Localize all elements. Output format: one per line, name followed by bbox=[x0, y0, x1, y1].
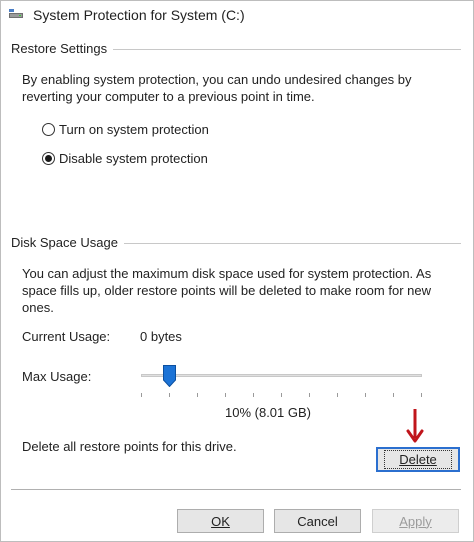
ok-button[interactable]: OK bbox=[177, 509, 264, 533]
delete-restore-points-text: Delete all restore points for this drive… bbox=[22, 439, 237, 454]
apply-button-label: Apply bbox=[399, 513, 432, 529]
max-usage-slider-thumb[interactable] bbox=[163, 365, 176, 387]
max-usage-slider-track[interactable] bbox=[141, 374, 422, 377]
cancel-button-label: Cancel bbox=[297, 513, 338, 529]
slider-tick bbox=[169, 393, 170, 397]
disk-description-line-2: space fills up, older restore points wil… bbox=[22, 283, 431, 298]
apply-button[interactable]: Apply bbox=[372, 509, 459, 533]
disk-description-line-1: You can adjust the maximum disk space us… bbox=[22, 266, 432, 281]
max-usage-slider-ticks bbox=[141, 393, 422, 399]
slider-tick bbox=[281, 393, 282, 397]
disk-description-line-3: ones. bbox=[22, 300, 54, 315]
system-protection-dialog: System Protection for System (C:) Restor… bbox=[0, 0, 474, 542]
slider-tick bbox=[421, 393, 422, 397]
slider-tick bbox=[197, 393, 198, 397]
slider-tick bbox=[141, 393, 142, 397]
slider-tick bbox=[225, 393, 226, 397]
radio-button-unchecked[interactable] bbox=[42, 123, 55, 136]
max-usage-label: Max Usage: bbox=[22, 369, 92, 384]
current-usage-value: 0 bytes bbox=[140, 329, 182, 344]
disk-space-description: You can adjust the maximum disk space us… bbox=[22, 265, 431, 316]
title-bar: System Protection for System (C:) bbox=[1, 1, 473, 31]
slider-tick bbox=[393, 393, 394, 397]
slider-tick bbox=[309, 393, 310, 397]
restore-description-line-2: reverting your computer to a previous po… bbox=[22, 89, 315, 104]
red-arrow-down-icon bbox=[406, 409, 424, 443]
window-title: System Protection for System (C:) bbox=[33, 7, 245, 23]
delete-button[interactable]: Delete bbox=[376, 447, 460, 472]
disk-space-heading: Disk Space Usage bbox=[11, 235, 124, 250]
slider-tick bbox=[365, 393, 366, 397]
radio-label-turn-on: Turn on system protection bbox=[59, 122, 209, 137]
ok-button-label: OK bbox=[211, 513, 230, 529]
radio-turn-on-protection[interactable]: Turn on system protection bbox=[42, 122, 209, 137]
cancel-button[interactable]: Cancel bbox=[274, 509, 361, 533]
drive-protection-icon bbox=[9, 9, 23, 18]
slider-tick bbox=[253, 393, 254, 397]
radio-disable-protection[interactable]: Disable system protection bbox=[42, 151, 208, 166]
radio-button-checked[interactable] bbox=[42, 152, 55, 165]
current-usage-label: Current Usage: bbox=[22, 329, 111, 344]
slider-tick bbox=[337, 393, 338, 397]
radio-label-disable: Disable system protection bbox=[59, 151, 208, 166]
restore-description-line-1: By enabling system protection, you can u… bbox=[22, 72, 412, 87]
footer-separator bbox=[11, 489, 461, 490]
restore-settings-heading: Restore Settings bbox=[11, 41, 114, 56]
restore-settings-description: By enabling system protection, you can u… bbox=[22, 71, 412, 105]
delete-button-label: Delete bbox=[384, 450, 452, 469]
max-usage-value: 10% (8.01 GB) bbox=[225, 405, 311, 420]
